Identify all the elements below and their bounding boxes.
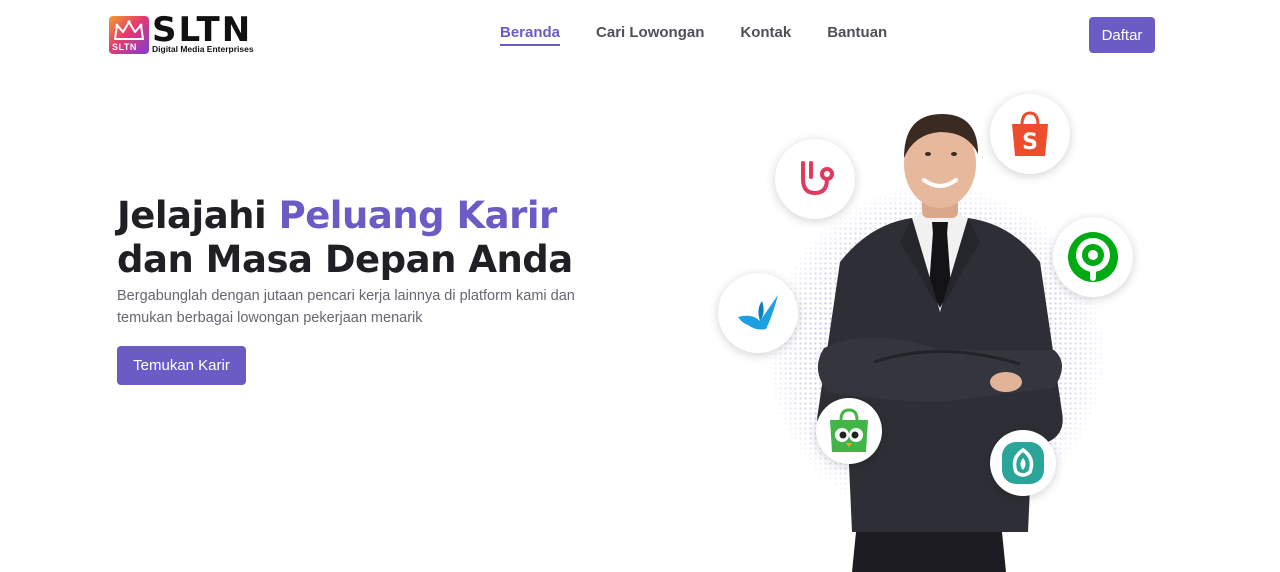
hero-section: Jelajahi Peluang Karir dan Masa Depan An… xyxy=(117,194,637,385)
logo-text: SLTN Digital Media Enterprises xyxy=(152,10,254,55)
shopee-bag-icon: S xyxy=(990,94,1070,174)
nav-link-kontak[interactable]: Kontak xyxy=(740,24,791,46)
hero-subtitle: Bergabunglah dengan jutaan pencari kerja… xyxy=(117,288,575,326)
temukan-karir-button[interactable]: Temukan Karir xyxy=(117,346,246,385)
hero-title: Jelajahi Peluang Karir dan Masa Depan An… xyxy=(117,194,637,282)
main-nav: Beranda Cari Lowongan Kontak Bantuan xyxy=(500,24,923,46)
brand-name: SLTN xyxy=(152,10,253,51)
navbar: SLTN SLTN Digital Media Enterprises Bera… xyxy=(0,0,1280,68)
halodoc-leaf-icon xyxy=(990,430,1056,496)
svg-text:S: S xyxy=(1022,130,1038,155)
hero-title-line2: dan Masa Depan Anda xyxy=(117,238,573,281)
crown-logo-icon: SLTN xyxy=(109,16,149,54)
nav-link-bantuan[interactable]: Bantuan xyxy=(827,24,887,46)
traveloka-bird-icon xyxy=(718,273,798,353)
hero-title-part1: Jelajahi xyxy=(117,194,279,237)
brand-tagline: Digital Media Enterprises xyxy=(152,44,254,55)
gojek-icon xyxy=(1053,217,1133,297)
logo-mark-text: SLTN xyxy=(112,42,137,52)
hero-title-accent: Peluang Karir xyxy=(278,194,558,237)
tokopedia-owl-icon xyxy=(816,398,882,464)
stethoscope-icon xyxy=(775,139,855,219)
daftar-button[interactable]: Daftar xyxy=(1089,17,1155,53)
brand-logo[interactable]: SLTN SLTN Digital Media Enterprises xyxy=(109,10,281,55)
nav-link-beranda[interactable]: Beranda xyxy=(500,24,561,46)
nav-link-cari-lowongan[interactable]: Cari Lowongan xyxy=(596,24,704,46)
